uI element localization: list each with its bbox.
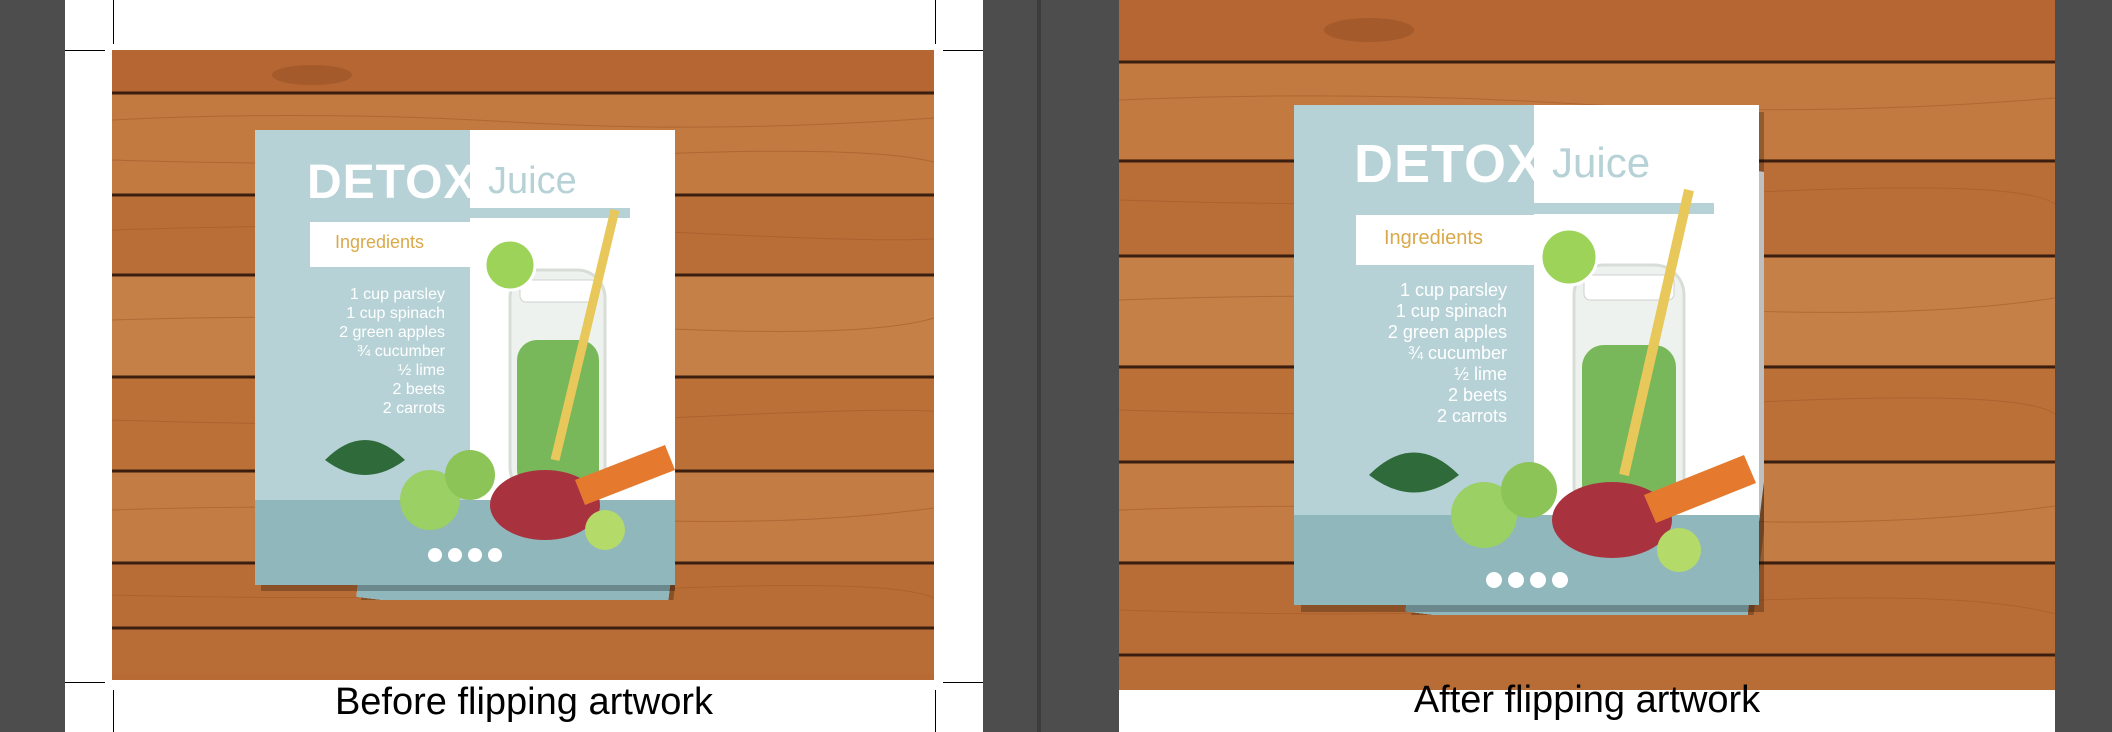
crop-mark-top-left-vertical — [113, 0, 114, 44]
flyer-title-detox: DETOX — [1354, 134, 1545, 194]
ingredient-item: 2 beets — [392, 381, 445, 398]
ingredient-item: ½ lime — [1453, 364, 1507, 384]
ingredient-item: ¾ cucumber — [1407, 343, 1507, 363]
panel-divider — [1037, 0, 1041, 732]
ingredient-item: ½ lime — [397, 362, 445, 379]
ingredient-item: 1 cup spinach — [1395, 301, 1507, 321]
ingredient-item: 2 carrots — [382, 400, 445, 417]
pinterest-icon — [488, 548, 502, 562]
flyer-ingredients-list: 1 cup parsley 1 cup spinach 2 green appl… — [315, 285, 445, 418]
instagram-icon — [448, 548, 462, 562]
flyer-stack: DETOX Juice Ingredients 1 cup parsley 1 … — [255, 130, 675, 600]
flyer-ingredients-heading: Ingredients — [1384, 227, 1483, 249]
flyer-title-juice: Juice — [1552, 139, 1651, 186]
facebook-icon — [1486, 572, 1502, 588]
flyer-ingredients-heading: Ingredients — [335, 232, 425, 252]
after-panel: DETOX Juice Ingredients 1 cup parsley 1 … — [1119, 0, 2055, 732]
flyer-ingredients-list: 1 cup parsley 1 cup spinach 2 green appl… — [1362, 280, 1507, 427]
crop-mark-top-right-vertical — [935, 0, 936, 44]
instagram-icon — [1508, 572, 1524, 588]
crop-mark-top-left-horizontal — [65, 50, 105, 51]
ingredient-item: 1 cup parsley — [349, 286, 445, 303]
ingredient-item: 2 carrots — [1436, 406, 1507, 426]
artwork-after: DETOX Juice Ingredients 1 cup parsley 1 … — [1119, 0, 2055, 690]
caption-after: After flipping artwork — [1413, 679, 1761, 721]
twitter-icon — [468, 548, 482, 562]
artwork-before: DETOX Juice Ingredients 1 cup parsley 1 … — [112, 50, 934, 680]
flyer-stack: DETOX Juice Ingredients 1 cup parsley 1 … — [1294, 105, 1764, 615]
before-panel: DETOX Juice Ingredients 1 cup parsley 1 … — [65, 0, 983, 732]
ingredient-item: 1 cup spinach — [346, 305, 445, 322]
ingredient-item: 2 green apples — [339, 324, 445, 341]
twitter-icon — [1530, 572, 1546, 588]
facebook-icon — [428, 548, 442, 562]
ingredient-item: ¾ cucumber — [356, 343, 445, 360]
flyer-title-juice: Juice — [488, 160, 577, 202]
caption-before: Before flipping artwork — [334, 681, 714, 723]
ingredient-item: 2 green apples — [1387, 322, 1507, 342]
crop-mark-top-right-horizontal — [943, 50, 983, 51]
ingredient-item: 1 cup parsley — [1399, 280, 1507, 300]
ingredient-item: 2 beets — [1447, 385, 1507, 405]
pinterest-icon — [1552, 572, 1568, 588]
flyer-title-detox: DETOX — [307, 156, 477, 209]
